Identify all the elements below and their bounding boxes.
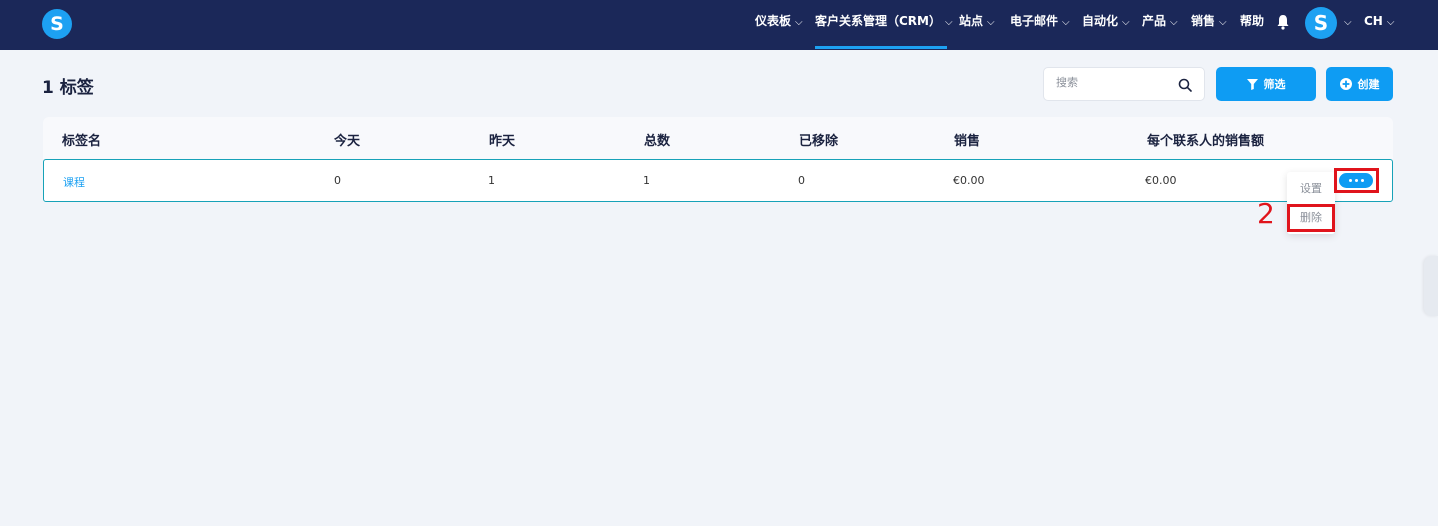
search-box [1043,67,1205,101]
highlight-delete-item [1287,204,1335,232]
create-button-label: 创建 [1357,78,1380,91]
language-label: CH [1364,14,1383,28]
nav-help[interactable]: 帮助 [1240,0,1264,50]
plus-circle-icon [1339,78,1352,90]
user-avatar[interactable]: S [1305,7,1337,39]
column-header-removed[interactable]: 已移除 [799,130,838,149]
table-row[interactable]: 课程 0 1 1 0 €0.00 €0.00 [43,159,1393,202]
side-panel-tab[interactable] [1424,256,1438,316]
nav-email-label: 电子邮件 [1010,14,1059,28]
nav-crm[interactable]: 客户关系管理（CRM） ⌵ [815,0,953,50]
nav-products[interactable]: 产品 ⌵ [1142,0,1178,50]
filter-icon [1246,78,1258,90]
nav-sales-label: 销售 [1191,14,1216,28]
chevron-down-icon: ⌵ [1386,17,1395,28]
cell-today: 0 [334,174,341,187]
column-header-total[interactable]: 总数 [644,130,670,149]
table-header: 标签名 今天 昨天 总数 已移除 销售 每个联系人的销售额 [43,117,1393,159]
bell-icon[interactable] [1276,14,1290,30]
nav-dashboard[interactable]: 仪表板 ⌵ [755,0,803,50]
chevron-down-icon: ⌵ [1344,17,1352,28]
filter-button-label: 筛选 [1263,78,1286,91]
nav-sales[interactable]: 销售 ⌵ [1191,0,1227,50]
column-header-today[interactable]: 今天 [334,130,360,149]
page-title: 1 标签 [42,78,94,98]
nav-active-indicator [815,46,947,49]
column-header-sales[interactable]: 销售 [954,130,980,149]
nav-sites[interactable]: 站点 ⌵ [959,0,995,50]
language-switcher[interactable]: CH ⌵ [1364,0,1394,50]
column-header-sales-per-contact[interactable]: 每个联系人的销售额 [1147,130,1264,149]
column-header-yesterday[interactable]: 昨天 [489,130,515,149]
nav-email[interactable]: 电子邮件 ⌵ [1010,0,1070,50]
column-header-tag-name[interactable]: 标签名 [62,130,101,149]
chevron-down-icon: ⌵ [1122,17,1130,28]
highlight-actions-button [1334,168,1379,193]
chevron-down-icon: ⌵ [945,17,953,28]
search-icon[interactable] [1178,78,1192,92]
nav-crm-label: 客户关系管理（CRM） [815,14,941,28]
chevron-down-icon: ⌵ [1062,17,1070,28]
menu-item-settings[interactable]: 设置 [1287,180,1335,196]
cell-removed: 0 [798,174,805,187]
cell-sales: €0.00 [953,174,985,187]
cell-sales-per-contact: €0.00 [1145,174,1177,187]
avatar-menu-chevron[interactable]: ⌵ [1344,0,1352,50]
chevron-down-icon: ⌵ [1170,17,1178,28]
chevron-down-icon: ⌵ [987,17,995,28]
nav-dashboard-label: 仪表板 [755,14,792,28]
create-button[interactable]: 创建 [1326,67,1393,101]
tag-name-link[interactable]: 课程 [63,174,85,190]
top-navbar: S 仪表板 ⌵ 客户关系管理（CRM） ⌵ 站点 ⌵ 电子邮件 ⌵ 自动化 ⌵ 产品 ⌵ 销… [0,0,1438,50]
nav-products-label: 产品 [1142,14,1167,28]
nav-help-label: 帮助 [1240,14,1265,28]
nav-automation[interactable]: 自动化 ⌵ [1082,0,1130,50]
cell-yesterday: 1 [488,174,495,187]
app-logo[interactable]: S [42,9,72,39]
cell-total: 1 [643,174,650,187]
nav-automation-label: 自动化 [1082,14,1119,28]
filter-button[interactable]: 筛选 [1216,67,1316,101]
step-number-label: 2 [1257,197,1275,230]
nav-sites-label: 站点 [959,14,984,28]
search-input[interactable] [1056,76,1174,89]
chevron-down-icon: ⌵ [1219,17,1227,28]
chevron-down-icon: ⌵ [795,17,803,28]
